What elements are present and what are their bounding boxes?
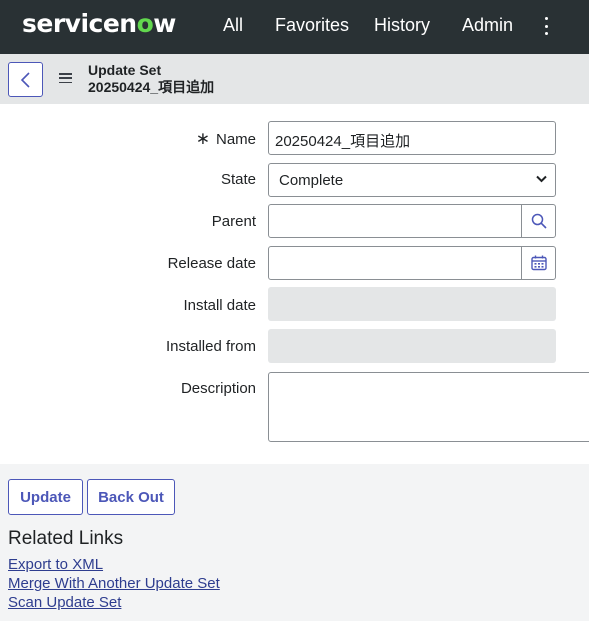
state-select[interactable]: Complete	[268, 163, 556, 197]
install-date-label: Install date	[183, 297, 256, 314]
state-select-value: Complete	[279, 172, 344, 189]
update-button[interactable]: Update	[8, 479, 83, 515]
scan-update-set-link[interactable]: Scan Update Set	[8, 594, 121, 611]
back-out-button[interactable]: Back Out	[87, 479, 175, 515]
install-date-field	[268, 287, 556, 321]
nav-item-history[interactable]: History	[374, 15, 430, 36]
release-date-picker-button[interactable]	[521, 247, 555, 279]
top-navigation-bar: servicenow All Favorites History Admin	[0, 0, 589, 54]
logo-text-accent: o	[136, 9, 154, 38]
calendar-icon	[530, 255, 547, 271]
chevron-down-icon	[536, 175, 547, 183]
required-marker: ∗	[195, 129, 210, 148]
logo-text-part: w	[153, 9, 176, 38]
name-label: ∗ Name	[196, 129, 256, 149]
chevron-left-icon	[20, 71, 30, 88]
search-icon	[531, 213, 547, 229]
logo-text-part: servicen	[22, 9, 137, 38]
export-to-xml-link[interactable]: Export to XML	[8, 556, 103, 573]
merge-update-set-link[interactable]: Merge With Another Update Set	[8, 575, 220, 592]
form-body: ∗ Name 20250424_項目追加 State Complete Paren…	[0, 104, 589, 464]
state-label: State	[220, 171, 256, 188]
installed-from-field	[268, 329, 556, 363]
nav-item-all[interactable]: All	[223, 15, 243, 36]
related-links-title: Related Links	[8, 528, 124, 549]
installed-from-label: Installed from	[165, 338, 256, 355]
release-date-label: Release date	[167, 255, 256, 272]
back-button[interactable]	[8, 62, 43, 97]
parent-field[interactable]	[268, 204, 556, 238]
parent-label: Parent	[211, 213, 256, 230]
form-header: Update Set 20250424_項目追加	[0, 54, 589, 104]
release-date-field[interactable]	[268, 246, 556, 280]
hamburger-menu-icon[interactable]	[59, 73, 72, 83]
kebab-vertical-icon[interactable]	[544, 17, 548, 35]
nav-item-favorites[interactable]: Favorites	[275, 15, 349, 36]
parent-lookup-button[interactable]	[521, 205, 555, 237]
record-name-label: 20250424_項目追加	[88, 79, 215, 95]
description-textarea[interactable]	[268, 372, 589, 442]
name-field[interactable]: 20250424_項目追加	[268, 121, 556, 155]
name-label-text: Name	[215, 131, 256, 148]
description-label: Description	[180, 380, 256, 397]
name-field-value: 20250424_項目追加	[275, 133, 411, 150]
servicenow-logo[interactable]: servicenow	[22, 9, 176, 38]
nav-item-admin[interactable]: Admin	[462, 15, 513, 36]
page-title: Update Set 20250424_項目追加	[88, 62, 214, 96]
record-type-label: Update Set	[88, 62, 162, 78]
